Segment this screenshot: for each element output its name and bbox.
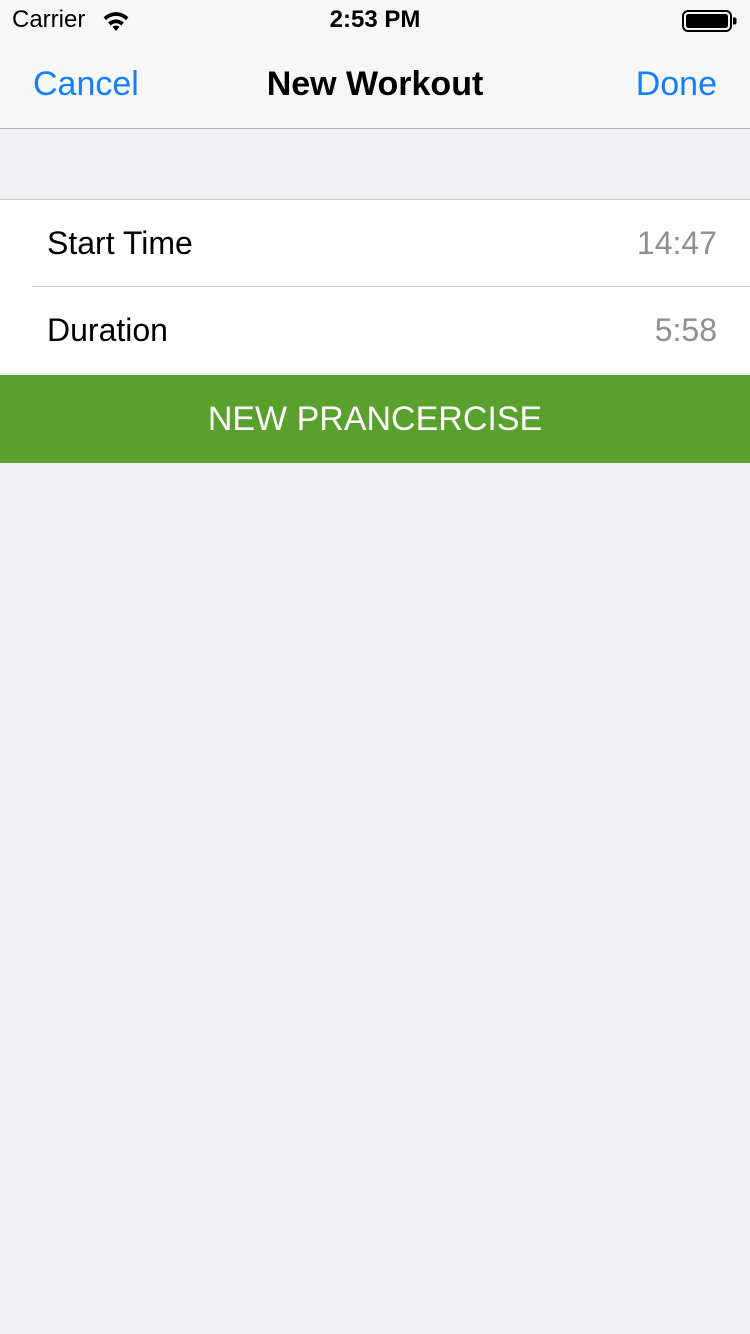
cancel-button[interactable]: Cancel xyxy=(33,64,139,104)
start-time-value: 14:47 xyxy=(636,225,717,261)
start-time-label: Start Time xyxy=(47,225,193,261)
duration-value: 5:58 xyxy=(654,312,717,348)
status-time: 2:53 PM xyxy=(329,6,421,33)
duration-row[interactable]: Duration 5:58 xyxy=(0,287,750,373)
battery-icon xyxy=(682,10,738,32)
navigation-bar: Cancel New Workout Done xyxy=(0,40,750,129)
start-time-row[interactable]: Start Time 14:47 xyxy=(0,200,750,286)
done-button[interactable]: Done xyxy=(636,64,717,104)
new-prancercise-button[interactable]: NEW PRANCERCISE xyxy=(0,375,750,463)
status-bar: Carrier 2:53 PM xyxy=(0,0,750,40)
duration-label: Duration xyxy=(47,312,168,348)
workout-form: Start Time 14:47 Duration 5:58 xyxy=(0,199,750,373)
